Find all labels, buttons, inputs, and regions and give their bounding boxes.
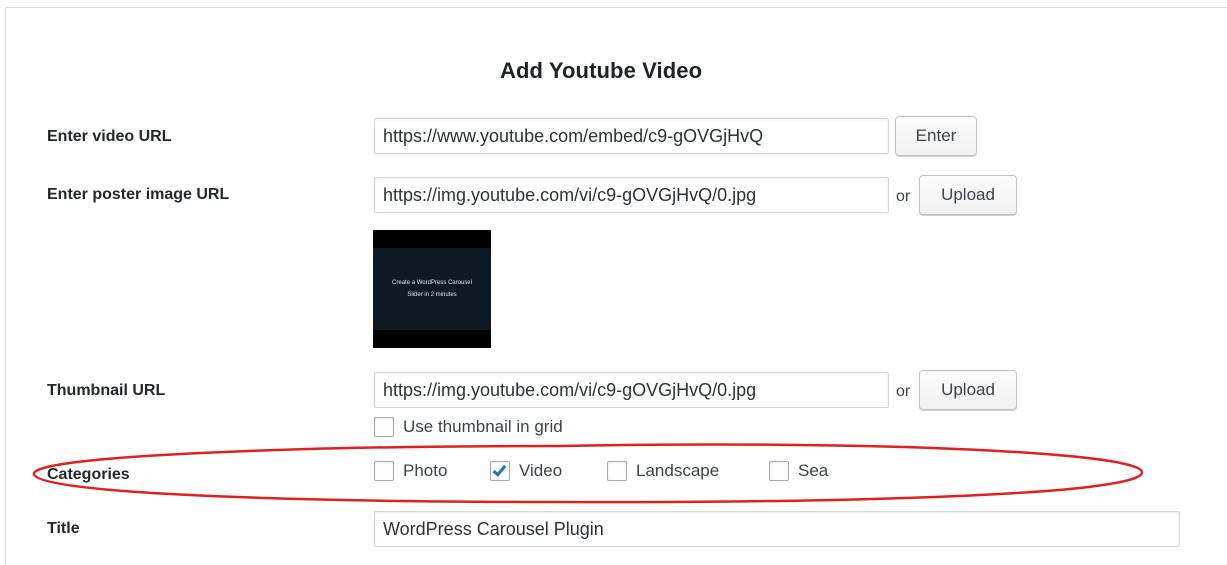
category-sea-checkbox[interactable] bbox=[769, 461, 789, 481]
use-thumbnail-in-grid-checkbox[interactable] bbox=[374, 417, 394, 437]
use-thumbnail-in-grid-option[interactable]: Use thumbnail in grid bbox=[374, 417, 563, 437]
thumbnail-or-text: or bbox=[896, 383, 911, 400]
category-option-photo[interactable]: Photo bbox=[374, 461, 447, 481]
category-option-video[interactable]: Video bbox=[490, 461, 562, 481]
poster-url-label: Enter poster image URL bbox=[47, 186, 230, 203]
poster-or-text: or bbox=[896, 188, 911, 205]
thumbnail-url-input[interactable] bbox=[374, 372, 889, 408]
video-url-label: Enter video URL bbox=[47, 128, 172, 145]
enter-button[interactable]: Enter bbox=[895, 116, 977, 156]
thumbnail-url-label: Thumbnail URL bbox=[47, 382, 166, 399]
category-photo-label: Photo bbox=[403, 461, 448, 480]
title-input[interactable] bbox=[374, 511, 1180, 547]
category-video-label: Video bbox=[519, 461, 563, 480]
poster-url-input[interactable] bbox=[374, 177, 889, 213]
category-video-checkbox[interactable] bbox=[490, 461, 510, 481]
category-photo-checkbox[interactable] bbox=[374, 461, 394, 481]
poster-preview-line-2: Slider in 2 minutes bbox=[407, 292, 457, 298]
category-option-landscape[interactable]: Landscape bbox=[607, 461, 719, 481]
category-landscape-label: Landscape bbox=[636, 461, 720, 480]
poster-preview-line-1: Create a WordPress Carousel bbox=[392, 280, 472, 286]
use-thumbnail-in-grid-label: Use thumbnail in grid bbox=[403, 417, 563, 436]
poster-upload-button[interactable]: Upload bbox=[919, 175, 1017, 215]
page-title: Add Youtube Video bbox=[500, 58, 703, 83]
category-sea-label: Sea bbox=[798, 461, 829, 480]
poster-preview-image: Create a WordPress Carousel Slider in 2 … bbox=[373, 230, 491, 348]
video-url-input[interactable] bbox=[374, 118, 889, 154]
categories-label: Categories bbox=[47, 466, 130, 483]
checkmark-icon bbox=[492, 462, 507, 477]
category-option-sea[interactable]: Sea bbox=[769, 461, 828, 481]
title-label: Title bbox=[47, 520, 80, 537]
form-panel bbox=[5, 7, 1227, 565]
thumbnail-upload-button[interactable]: Upload bbox=[919, 370, 1017, 410]
category-landscape-checkbox[interactable] bbox=[607, 461, 627, 481]
